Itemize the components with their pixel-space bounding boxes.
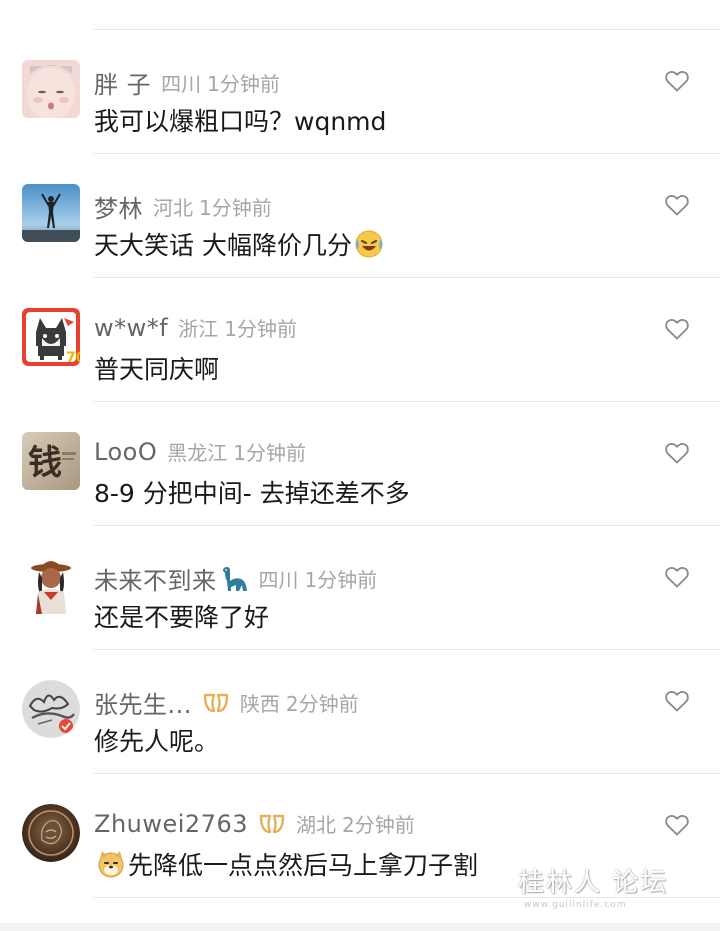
avatar[interactable]	[22, 556, 80, 614]
avatar[interactable]	[22, 680, 80, 738]
gold-badge-icon[interactable]	[202, 692, 230, 714]
heart-icon[interactable]	[665, 566, 689, 588]
username[interactable]: w*w*f	[94, 314, 168, 342]
timestamp: 1分钟前	[207, 72, 280, 96]
avatar[interactable]	[22, 804, 80, 862]
timestamp: 1分钟前	[199, 196, 272, 220]
comment-item: 梦林 河北 1分钟前 天大笑话 大幅降价几分	[0, 154, 720, 278]
comment-text-content: 普天同庆啊	[94, 355, 220, 384]
avatar[interactable]	[22, 60, 80, 118]
avatar[interactable]	[22, 184, 80, 242]
comment-meta: 未来不到来 四川 1分钟前	[94, 561, 377, 596]
comment-text: 还是不要降了好	[94, 598, 269, 634]
avatar[interactable]: 钱	[22, 432, 80, 490]
avatar-calligraphy: 钱	[28, 443, 62, 483]
bottom-bar	[0, 923, 720, 931]
comment-text-content: 修先人呢。	[94, 727, 220, 756]
username[interactable]: Zhuwei2763	[94, 810, 248, 838]
comment-meta: Zhuwei2763 湖北 2分钟前	[94, 809, 415, 838]
username[interactable]: 张先生...	[94, 685, 192, 720]
comment-item: 未来不到来 四川 1分钟前 还是不要降了好	[0, 526, 720, 650]
location: 湖北	[296, 813, 337, 837]
gold-badge-icon[interactable]	[258, 813, 286, 835]
timestamp: 1分钟前	[224, 317, 297, 341]
comment-item: 70 w*w*f 浙江 1分钟前 普天同庆啊	[0, 278, 720, 402]
comment-meta: 梦林 河北 1分钟前	[94, 189, 272, 224]
location: 四川	[258, 568, 299, 592]
avatar[interactable]: 70	[22, 308, 80, 366]
comment-text-content: 先降低一点点然后马上拿刀子割	[128, 851, 479, 880]
comment-text: 先降低一点点然后马上拿刀子割	[94, 846, 478, 882]
dinosaur-icon	[219, 565, 249, 593]
comment-meta: w*w*f 浙江 1分钟前	[94, 313, 297, 342]
timestamp: 1分钟前	[233, 441, 306, 465]
username[interactable]: 梦林	[94, 189, 143, 224]
username[interactable]: 胖 子	[94, 65, 151, 100]
username[interactable]: 未来不到来	[94, 561, 217, 596]
heart-icon[interactable]	[665, 442, 689, 464]
watermark-url: www.guilinlife.com	[524, 900, 627, 910]
laughing-crying-emoji-icon	[354, 229, 384, 259]
svg-text:70: 70	[66, 350, 80, 366]
heart-icon[interactable]	[665, 194, 689, 216]
comment-text-content: 我可以爆粗口吗？wqnmd	[94, 107, 387, 136]
comment-list-page: 胖 子 四川 1分钟前 我可以爆粗口吗？wqnmd 梦林 河北 1分钟前 天大笑…	[0, 0, 720, 931]
comment-meta: LooO 黑龙江 1分钟前	[94, 437, 306, 466]
location: 四川	[161, 72, 202, 96]
username[interactable]: LooO	[94, 438, 157, 466]
comment-text: 我可以爆粗口吗？wqnmd	[94, 102, 386, 138]
heart-icon[interactable]	[665, 70, 689, 92]
location: 陕西	[239, 692, 280, 716]
timestamp: 2分钟前	[285, 692, 359, 716]
comment-text-content: 8-9 分把中间- 去掉还差不多	[94, 479, 410, 508]
location: 河北	[153, 196, 193, 220]
comment-text: 8-9 分把中间- 去掉还差不多	[94, 474, 410, 510]
comment-item: 胖 子 四川 1分钟前 我可以爆粗口吗？wqnmd	[0, 30, 720, 154]
comment-meta: 张先生... 陕西 2分钟前	[94, 685, 359, 720]
comment-meta: 胖 子 四川 1分钟前	[94, 65, 280, 100]
location: 黑龙江	[167, 441, 228, 465]
comment-item: 张先生... 陕西 2分钟前 修先人呢。	[0, 650, 720, 774]
timestamp: 2分钟前	[342, 813, 415, 837]
watermark: 桂林人 论坛	[518, 868, 669, 898]
timestamp: 1分钟前	[304, 568, 378, 592]
comment-text: 普天同庆啊	[94, 350, 219, 386]
heart-icon[interactable]	[665, 318, 689, 340]
comment-text: 天大笑话 大幅降价几分	[94, 226, 386, 262]
location: 浙江	[178, 317, 219, 341]
heart-icon[interactable]	[665, 814, 689, 836]
heart-icon[interactable]	[665, 690, 689, 712]
comment-text: 修先人呢。	[94, 722, 219, 758]
doge-emoji-icon	[96, 849, 126, 879]
comment-item: 钱 LooO 黑龙江 1分钟前 8-9 分把中间- 去掉还差不多	[0, 402, 720, 526]
comment-text-content: 天大笑话 大幅降价几分	[94, 231, 352, 260]
comment-text-content: 还是不要降了好	[94, 603, 270, 632]
